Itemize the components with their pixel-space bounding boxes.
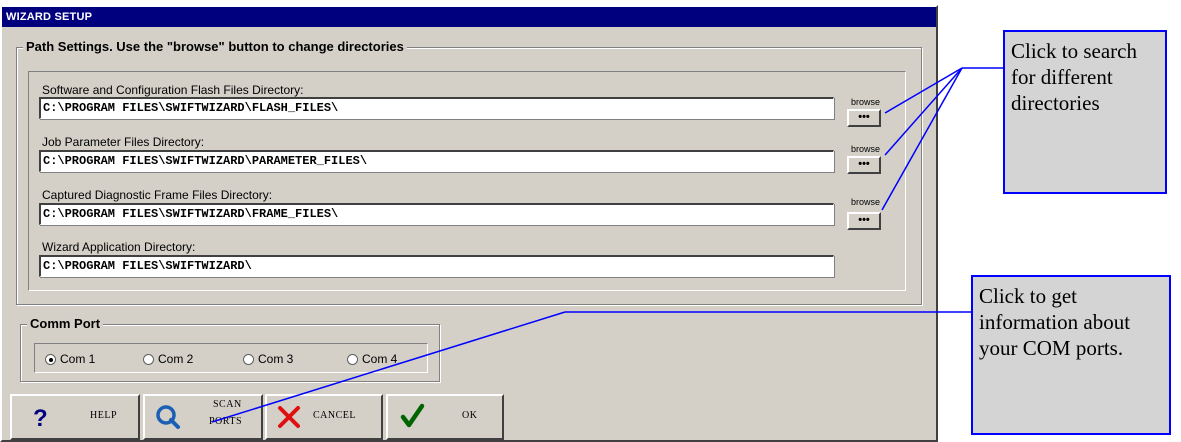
scan-label: SCAN (213, 399, 242, 410)
cancel-x-icon (278, 406, 300, 428)
radio-com3[interactable]: Com 3 (243, 352, 293, 366)
app-dir-field[interactable]: C:\PROGRAM FILES\SWIFTWIZARD\ (39, 255, 834, 277)
radio-dot-selected (45, 353, 56, 365)
radio-dot (347, 353, 358, 365)
help-label: HELP (90, 410, 117, 421)
radio-com2[interactable]: Com 2 (143, 352, 193, 366)
browse-label-frame: browse (851, 197, 881, 207)
search-icon (156, 405, 180, 429)
ok-button[interactable]: OK (386, 394, 504, 440)
parameter-dir-field[interactable]: C:\PROGRAM FILES\SWIFTWIZARD\PARAMETER_F… (39, 150, 834, 172)
radio-dot (243, 353, 254, 365)
svg-text:?: ? (33, 405, 48, 432)
scan-ports-button[interactable]: SCAN PORTS (143, 394, 263, 440)
ok-label: OK (462, 410, 478, 421)
window-title: WIZARD SETUP (2, 7, 936, 27)
wizard-setup-window: WIZARD SETUP Path Settings. Use the "bro… (0, 5, 938, 442)
help-icon: ? (33, 405, 48, 432)
browse-label-parameter: browse (851, 144, 881, 154)
browse-label-flash: browse (851, 97, 881, 107)
frame-dir-field[interactable]: C:\PROGRAM FILES\SWIFTWIZARD\FRAME_FILES… (39, 203, 834, 225)
ports-label: PORTS (209, 416, 243, 427)
app-dir-label: Wizard Application Directory: (42, 240, 196, 254)
browse-button-frame[interactable]: ••• (847, 212, 881, 230)
radio-dot (143, 353, 154, 365)
radio-com4[interactable]: Com 4 (347, 352, 397, 366)
checkmark-icon (400, 403, 425, 428)
comm-port-legend: Comm Port (27, 316, 104, 331)
flash-dir-label: Software and Configuration Flash Files D… (42, 83, 304, 97)
radio-com1[interactable]: Com 1 (45, 352, 95, 366)
browse-callout: Click to search for different directorie… (1003, 30, 1167, 194)
radio-com3-label: Com 3 (258, 352, 294, 366)
browse-button-flash[interactable]: ••• (847, 109, 881, 127)
comm-port-options: Com 1 Com 2 Com 3 Com 4 (34, 343, 428, 373)
path-settings-legend: Path Settings. Use the "browse" button t… (23, 39, 407, 54)
radio-com1-label: Com 1 (60, 352, 96, 366)
radio-com2-label: Com 2 (158, 352, 194, 366)
browse-button-parameter[interactable]: ••• (847, 156, 881, 174)
frame-dir-label: Captured Diagnostic Frame Files Director… (42, 188, 273, 202)
flash-dir-field[interactable]: C:\PROGRAM FILES\SWIFTWIZARD\FLASH_FILES… (39, 97, 834, 119)
scan-ports-callout: Click to get information about your COM … (971, 275, 1171, 435)
parameter-dir-label: Job Parameter Files Directory: (42, 135, 205, 149)
radio-com4-label: Com 4 (362, 352, 398, 366)
cancel-button[interactable]: CANCEL (265, 394, 383, 440)
help-button[interactable]: ? HELP (10, 394, 140, 440)
cancel-label: CANCEL (313, 410, 356, 421)
